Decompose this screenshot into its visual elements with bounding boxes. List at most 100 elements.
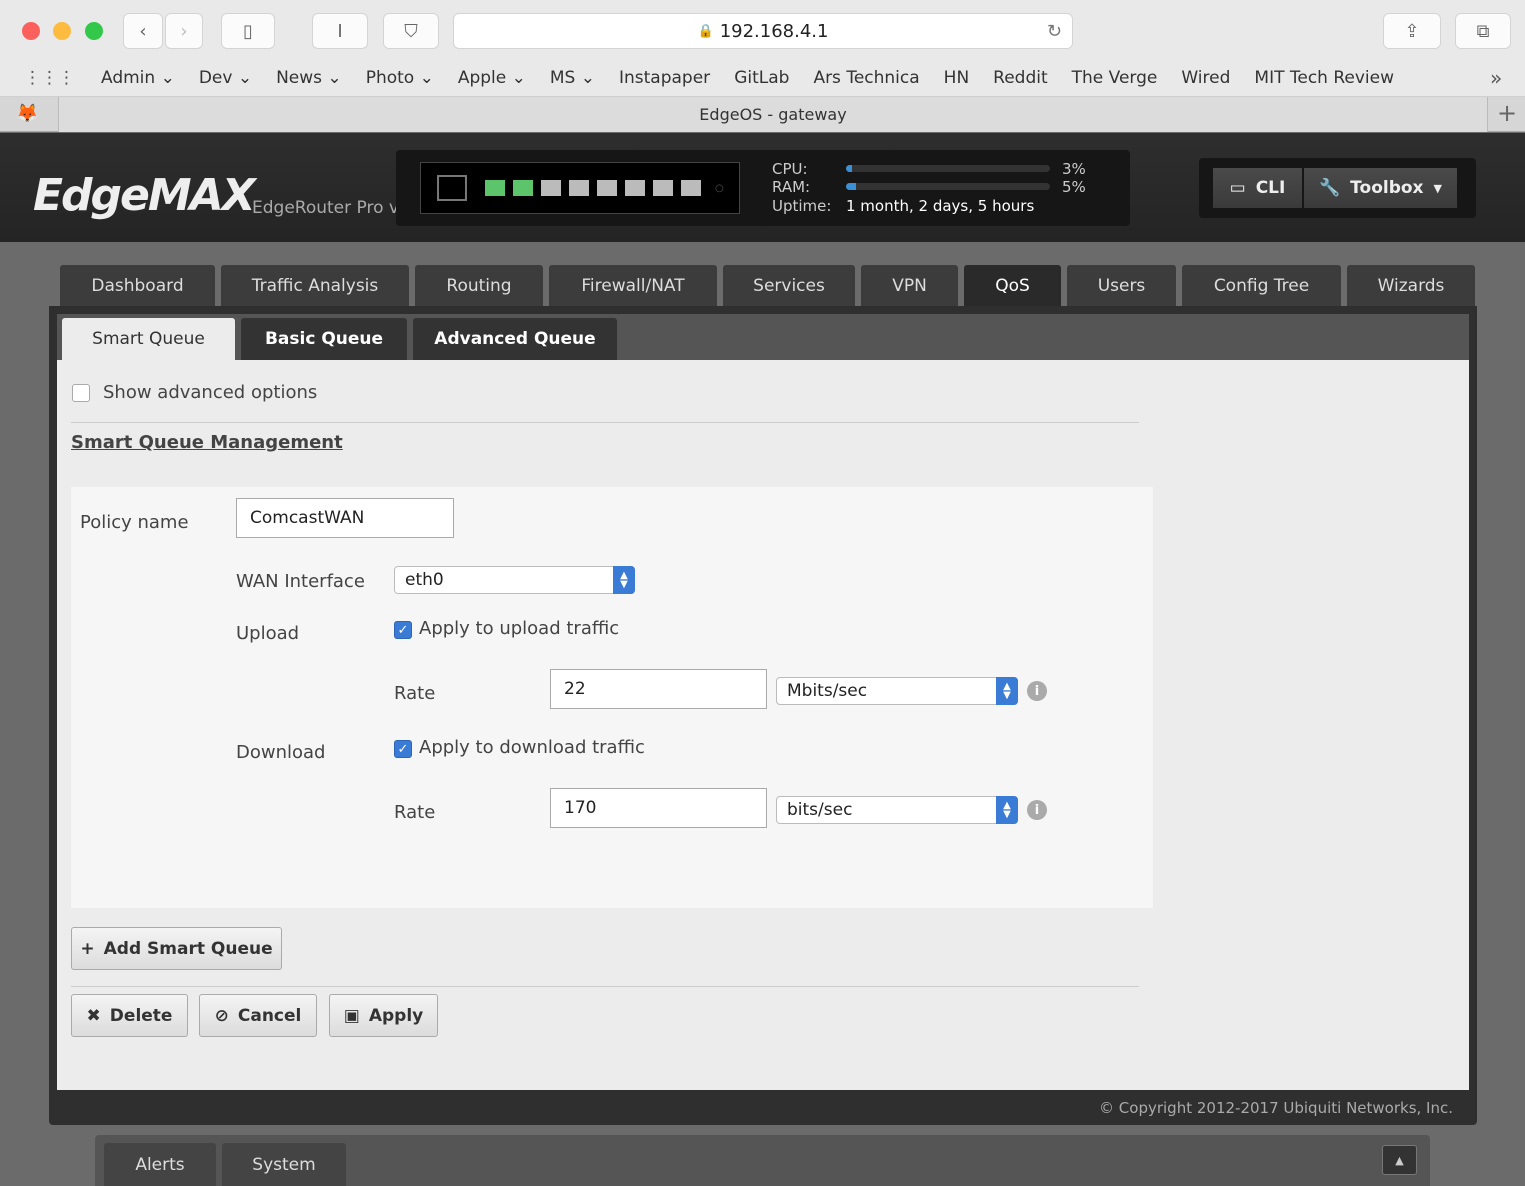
bookmark-item[interactable]: Dev ⌄ xyxy=(199,68,252,88)
cli-button[interactable]: ▭ CLI xyxy=(1213,168,1302,208)
back-icon[interactable]: ‹ xyxy=(123,13,163,49)
nav-tab-users[interactable]: Users xyxy=(1067,265,1176,306)
upload-rate-label: Rate xyxy=(394,683,436,704)
subtab-basic-queue[interactable]: Basic Queue xyxy=(241,318,407,360)
nav-tab-services[interactable]: Services xyxy=(723,265,855,306)
alerts-label: Alerts xyxy=(135,1154,185,1175)
router-model: EdgeRouter Pro v xyxy=(252,198,399,218)
shield-icon[interactable]: ⛉ xyxy=(383,13,439,49)
more-bookmarks-icon[interactable]: » xyxy=(1490,66,1502,90)
logo-text: EdgeMAX xyxy=(33,170,256,221)
download-unit-select[interactable]: bits/sec ▲ ▼ xyxy=(776,796,1018,824)
info-icon[interactable]: i xyxy=(1027,800,1047,820)
apply-label: Apply xyxy=(368,1005,424,1026)
reload-icon[interactable]: ↻ xyxy=(1047,21,1062,42)
upload-unit-value: Mbits/sec xyxy=(787,681,868,701)
minimize-window-button[interactable] xyxy=(53,22,71,40)
show-advanced-label: Show advanced options xyxy=(103,382,318,403)
bookmark-item[interactable]: Ars Technica xyxy=(813,68,919,88)
bookmark-item[interactable]: MIT Tech Review xyxy=(1254,68,1394,88)
edgemax-logo: EdgeMAX xyxy=(33,170,256,221)
ban-icon: ⊘ xyxy=(214,1005,229,1026)
bookmark-item[interactable]: Instapaper xyxy=(619,68,710,88)
share-icon[interactable]: ⇪ xyxy=(1383,13,1441,49)
select-arrows-icon: ▲ ▼ xyxy=(996,677,1018,705)
bookmark-item[interactable]: The Verge xyxy=(1072,68,1158,88)
browser-tab[interactable]: EdgeOS - gateway xyxy=(58,97,1488,132)
bookmark-item[interactable]: Reddit xyxy=(993,68,1047,88)
bookmark-item[interactable]: Photo ⌄ xyxy=(366,68,434,88)
close-window-button[interactable] xyxy=(22,22,40,40)
policy-name-value: ComcastWAN xyxy=(250,508,365,528)
bookmarks-bar: ⋮⋮⋮ Admin ⌄ Dev ⌄ News ⌄ Photo ⌄ Apple ⌄ MS ⌄… xyxy=(0,62,1418,94)
policy-name-input[interactable]: ComcastWAN xyxy=(236,498,454,538)
zoom-window-button[interactable] xyxy=(85,22,103,40)
delete-button[interactable]: ✖ Delete xyxy=(71,994,188,1037)
tab-bar: 🦊 EdgeOS - gateway + xyxy=(0,97,1525,132)
uptime-value: 1 month, 2 days, 5 hours xyxy=(846,197,1035,215)
download-checkbox[interactable]: ✓ xyxy=(394,740,412,758)
expand-panel-icon[interactable]: ▲ xyxy=(1382,1145,1417,1175)
bookmark-item[interactable]: GitLab xyxy=(734,68,789,88)
sidebar-icon[interactable]: ▯ xyxy=(221,13,275,49)
select-arrows-icon: ▲ ▼ xyxy=(996,796,1018,824)
tab-alerts[interactable]: Alerts xyxy=(104,1143,216,1186)
add-smart-queue-button[interactable]: + Add Smart Queue xyxy=(71,927,282,970)
console-port-icon xyxy=(437,175,467,201)
nav-tab-qos[interactable]: QoS xyxy=(964,265,1061,306)
cli-label: CLI xyxy=(1255,178,1286,198)
plus-icon: + xyxy=(80,938,95,959)
cancel-button[interactable]: ⊘ Cancel xyxy=(199,994,317,1037)
uptime-label: Uptime: xyxy=(772,197,832,215)
tab-title: EdgeOS - gateway xyxy=(699,105,847,124)
lock-icon: 🔒 xyxy=(697,23,714,39)
upload-unit-select[interactable]: Mbits/sec ▲ ▼ xyxy=(776,677,1018,705)
ram-bar xyxy=(846,183,1050,190)
url-text: 192.168.4.1 xyxy=(719,20,829,42)
text-cursor-icon[interactable]: I xyxy=(312,13,368,49)
port-status: ○ xyxy=(420,162,740,214)
download-rate-input[interactable]: 170 xyxy=(550,788,767,828)
tabs-overview-icon[interactable]: ⧉ xyxy=(1455,13,1511,49)
address-bar[interactable]: 🔒 192.168.4.1 ↻ xyxy=(453,13,1073,49)
caret-down-icon: ▼ xyxy=(1433,181,1442,195)
upload-rate-input[interactable]: 22 xyxy=(550,669,767,709)
nav-tab-vpn[interactable]: VPN xyxy=(861,265,958,306)
wan-interface-select[interactable]: eth0 ▲ ▼ xyxy=(394,566,635,594)
upload-rate-value: 22 xyxy=(564,679,586,699)
nav-tab-firewall-nat[interactable]: Firewall/NAT xyxy=(549,265,717,306)
bookmark-item[interactable]: News ⌄ xyxy=(276,68,342,88)
gitlab-icon[interactable]: 🦊 xyxy=(16,103,38,124)
bookmark-item[interactable]: HN xyxy=(944,68,970,88)
cpu-label: CPU: xyxy=(772,160,808,178)
nav-tab-wizards[interactable]: Wizards xyxy=(1347,265,1475,306)
tab-system[interactable]: System xyxy=(222,1143,346,1186)
bookmark-item[interactable]: Wired xyxy=(1181,68,1230,88)
wrench-icon: 🔧 xyxy=(1319,178,1341,198)
x-icon: ✖ xyxy=(86,1005,101,1026)
divider xyxy=(71,422,1139,423)
bookmark-item[interactable]: Admin ⌄ xyxy=(101,68,175,88)
bookmark-item[interactable]: MS ⌄ xyxy=(550,68,595,88)
toolbox-button[interactable]: 🔧 Toolbox ▼ xyxy=(1304,168,1457,208)
ethernet-port-icon xyxy=(485,180,505,196)
bookmark-item[interactable]: Apple ⌄ xyxy=(458,68,526,88)
ram-label: RAM: xyxy=(772,178,811,196)
info-icon[interactable]: i xyxy=(1027,681,1047,701)
copyright: © Copyright 2012-2017 Ubiquiti Networks,… xyxy=(1099,1098,1453,1117)
new-tab-icon[interactable]: + xyxy=(1497,99,1517,127)
upload-checkbox[interactable]: ✓ xyxy=(394,621,412,639)
subtab-smart-queue[interactable]: Smart Queue xyxy=(62,318,235,360)
nav-tab-traffic-analysis[interactable]: Traffic Analysis xyxy=(221,265,409,306)
ethernet-port-icon xyxy=(513,180,533,196)
subtab-advanced-queue[interactable]: Advanced Queue xyxy=(413,318,617,360)
forward-icon[interactable]: › xyxy=(165,13,203,49)
nav-tab-dashboard[interactable]: Dashboard xyxy=(60,265,215,306)
section-title: Smart Queue Management xyxy=(71,432,343,453)
apply-button[interactable]: ▣ Apply xyxy=(329,994,438,1037)
nav-tab-config-tree[interactable]: Config Tree xyxy=(1182,265,1341,306)
show-advanced-checkbox[interactable] xyxy=(72,384,90,402)
nav-tab-routing[interactable]: Routing xyxy=(415,265,543,306)
grid-icon[interactable]: ⋮⋮⋮ xyxy=(24,68,75,88)
footer: © Copyright 2012-2017 Ubiquiti Networks,… xyxy=(57,1090,1469,1125)
